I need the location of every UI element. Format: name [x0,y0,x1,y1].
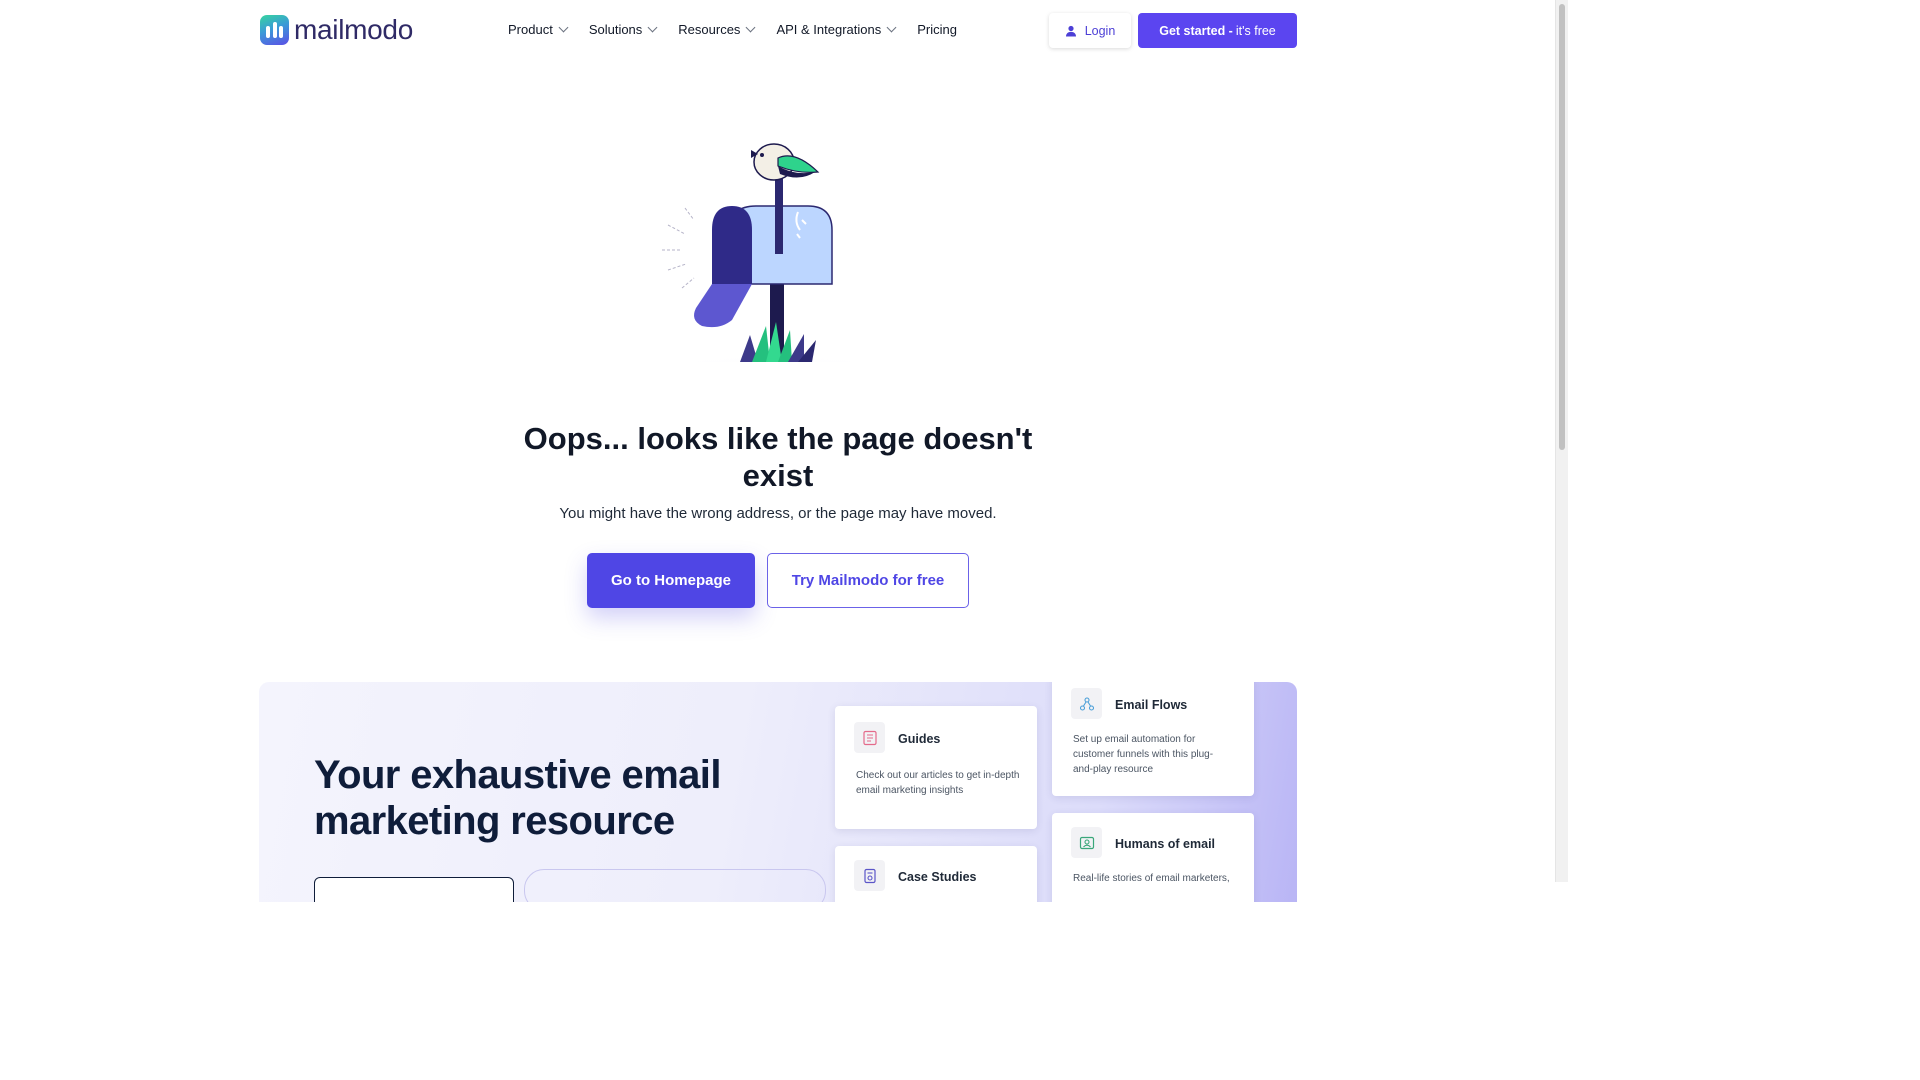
document-icon [854,722,885,753]
logo-mark-icon [260,15,289,45]
humans-of-email-card[interactable]: Humans of email Real-life stories of ema… [1052,813,1254,902]
nav-api-integrations[interactable]: API & Integrations [776,22,897,37]
mailbox-bird-illustration [590,143,960,362]
scrollbar-thumb[interactable] [1559,4,1565,450]
nav-api-integrations-label: API & Integrations [776,22,882,37]
guides-title: Guides [898,732,941,746]
nav-solutions[interactable]: Solutions [588,22,658,37]
page-scrollbar[interactable] [1555,0,1568,882]
page-subtitle: You might have the wrong address, or the… [559,505,997,522]
main-nav: Product Solutions Resources API & Integr… [508,22,979,37]
resources-cta-button[interactable] [314,877,514,902]
guides-description: Check out our articles to get in-depth e… [856,770,1020,796]
guides-card[interactable]: Guides Check out our articles to get in-… [835,706,1037,829]
email-flows-title: Email Flows [1115,698,1188,712]
humans-of-email-title: Humans of email [1115,837,1216,851]
nav-resources[interactable]: Resources [678,22,756,37]
go-to-homepage-button[interactable]: Go to Homepage [587,553,755,608]
case-studies-title: Case Studies [898,870,977,884]
mailmodo-logo[interactable]: mailmodo [260,15,413,45]
get-started-free-label: it's free [1235,23,1276,38]
chevron-down-icon [745,22,756,33]
nav-product-label: Product [508,22,553,37]
email-flows-description: Set up email automation for customer fun… [1073,734,1214,775]
person-card-icon [1071,827,1102,858]
humans-of-email-description: Real-life stories of email marketers, [1073,873,1230,884]
nav-resources-label: Resources [678,22,741,37]
flow-icon [1071,688,1102,719]
login-button[interactable]: Login [1049,13,1131,48]
get-started-label: Get started - [1159,23,1233,38]
chevron-down-icon [886,22,897,33]
logo-text: mailmodo [294,14,413,45]
case-studies-card[interactable]: Case Studies [835,846,1037,902]
resources-decorative-outline [524,869,826,902]
login-label: Login [1084,23,1116,38]
chevron-down-icon [647,22,658,33]
nav-pricing-label: Pricing [917,22,957,37]
case-study-icon [854,860,885,891]
nav-pricing[interactable]: Pricing [917,22,957,37]
nav-solutions-label: Solutions [588,22,643,37]
get-started-button[interactable]: Get started - it's free [1138,13,1297,48]
email-flows-card[interactable]: Email Flows Set up email automation for … [1052,682,1254,796]
resources-title: Your exhaustive email marketing resource [314,753,721,843]
page-title: Oops... looks like the page doesn't exis… [523,421,1033,493]
chevron-down-icon [558,22,569,33]
resources-panel: Your exhaustive email marketing resource… [259,682,1297,902]
nav-product[interactable]: Product [508,22,569,37]
user-icon [1065,25,1076,36]
try-mailmodo-button[interactable]: Try Mailmodo for free [767,553,969,608]
